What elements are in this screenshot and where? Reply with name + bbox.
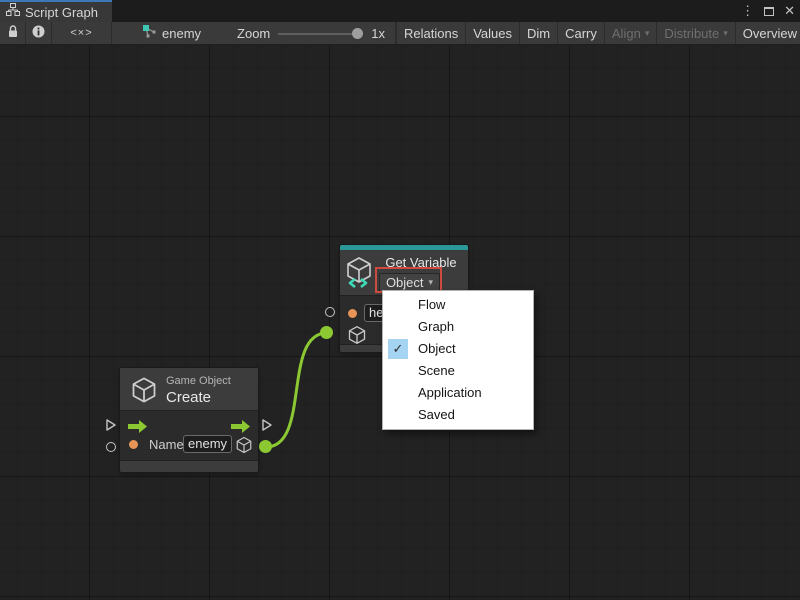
tab-bar: Script Graph ⋮ ✕ — [0, 0, 800, 22]
graph-breadcrumb[interactable]: enemy — [130, 22, 211, 44]
close-icon[interactable]: ✕ — [784, 0, 795, 22]
variable-kind-menu: Flow Graph ✓ Object Scene Application Sa… — [382, 290, 534, 430]
name-port-label: Name — [149, 437, 184, 452]
graph-node-icon — [142, 24, 157, 42]
breadcrumb-label: enemy — [162, 26, 201, 41]
flow-in-arrow-icon[interactable] — [127, 419, 148, 439]
lock-button[interactable] — [0, 22, 26, 44]
carry-button[interactable]: Carry — [557, 22, 604, 44]
gameobject-cube-icon — [130, 376, 158, 409]
menu-item-flow[interactable]: Flow — [383, 294, 533, 316]
dim-button[interactable]: Dim — [519, 22, 557, 44]
overview-button[interactable]: Overview — [735, 22, 800, 44]
menu-item-object[interactable]: ✓ Object — [383, 338, 533, 360]
lock-icon — [7, 25, 19, 41]
chevron-down-icon: ▾ — [723, 28, 728, 39]
info-icon — [32, 25, 45, 41]
create-node-footer — [120, 461, 258, 472]
create-node-header[interactable]: Game Object Create — [120, 368, 258, 410]
variable-cube-icon — [345, 256, 377, 297]
graph-hierarchy-icon — [6, 3, 20, 21]
create-game-object-node[interactable]: Game Object Create Name enemy — [120, 368, 258, 472]
menu-item-scene[interactable]: Scene — [383, 360, 533, 382]
zoom-slider-track — [278, 33, 363, 35]
maximize-icon[interactable] — [764, 7, 774, 16]
info-button[interactable] — [26, 22, 52, 44]
menu-item-saved[interactable]: Saved — [383, 404, 533, 426]
node-title: Create — [166, 389, 211, 406]
name-port-dot[interactable] — [348, 309, 357, 318]
window-controls: ⋮ ✕ — [741, 0, 795, 22]
chevron-down-icon: ▾ — [645, 28, 650, 39]
script-graph-window: Script Graph ⋮ ✕ — [0, 0, 800, 600]
gameobject-port-cube-icon[interactable] — [347, 325, 367, 350]
zoom-slider[interactable] — [278, 28, 363, 39]
zoom-value: 1x — [371, 26, 385, 41]
create-result-out-port[interactable] — [259, 440, 272, 453]
code-icon: <×> — [70, 27, 92, 39]
toolbar-buttons: Relations Values Dim Carry Align ▾ Distr… — [396, 22, 800, 44]
edit-code-button[interactable]: <×> — [52, 22, 112, 44]
graph-canvas[interactable]: Get Variable Object ▾ he — [0, 45, 800, 600]
tab-title: Script Graph — [25, 5, 98, 20]
name-input-field[interactable]: enemy — [183, 435, 232, 453]
values-button[interactable]: Values — [465, 22, 519, 44]
zoom-slider-handle[interactable] — [352, 28, 363, 39]
node-category: Game Object — [166, 375, 231, 387]
result-port-cube-icon[interactable] — [235, 436, 253, 459]
zoom-control: Zoom 1x — [211, 22, 396, 44]
window-menu-icon[interactable]: ⋮ — [741, 0, 754, 22]
name-port-dot[interactable] — [129, 440, 138, 449]
menu-item-graph[interactable]: Graph — [383, 316, 533, 338]
create-flow-out-port[interactable] — [260, 418, 274, 437]
relations-button[interactable]: Relations — [396, 22, 465, 44]
menu-item-application[interactable]: Application — [383, 382, 533, 404]
create-name-in-port[interactable] — [106, 442, 116, 452]
checkmark-icon: ✓ — [388, 339, 408, 359]
create-flow-in-port[interactable] — [104, 418, 118, 437]
distribute-button[interactable]: Distribute ▾ — [656, 22, 734, 44]
tab-script-graph[interactable]: Script Graph — [0, 0, 112, 22]
graph-toolbar: <×> enemy Zoom 1x Relations Valu — [0, 22, 800, 45]
getvar-object-in-port[interactable] — [320, 326, 333, 339]
getvar-name-in-port[interactable] — [325, 307, 335, 317]
create-node-ports: Name enemy — [120, 410, 258, 461]
zoom-label: Zoom — [237, 26, 270, 41]
align-button[interactable]: Align ▾ — [604, 22, 656, 44]
